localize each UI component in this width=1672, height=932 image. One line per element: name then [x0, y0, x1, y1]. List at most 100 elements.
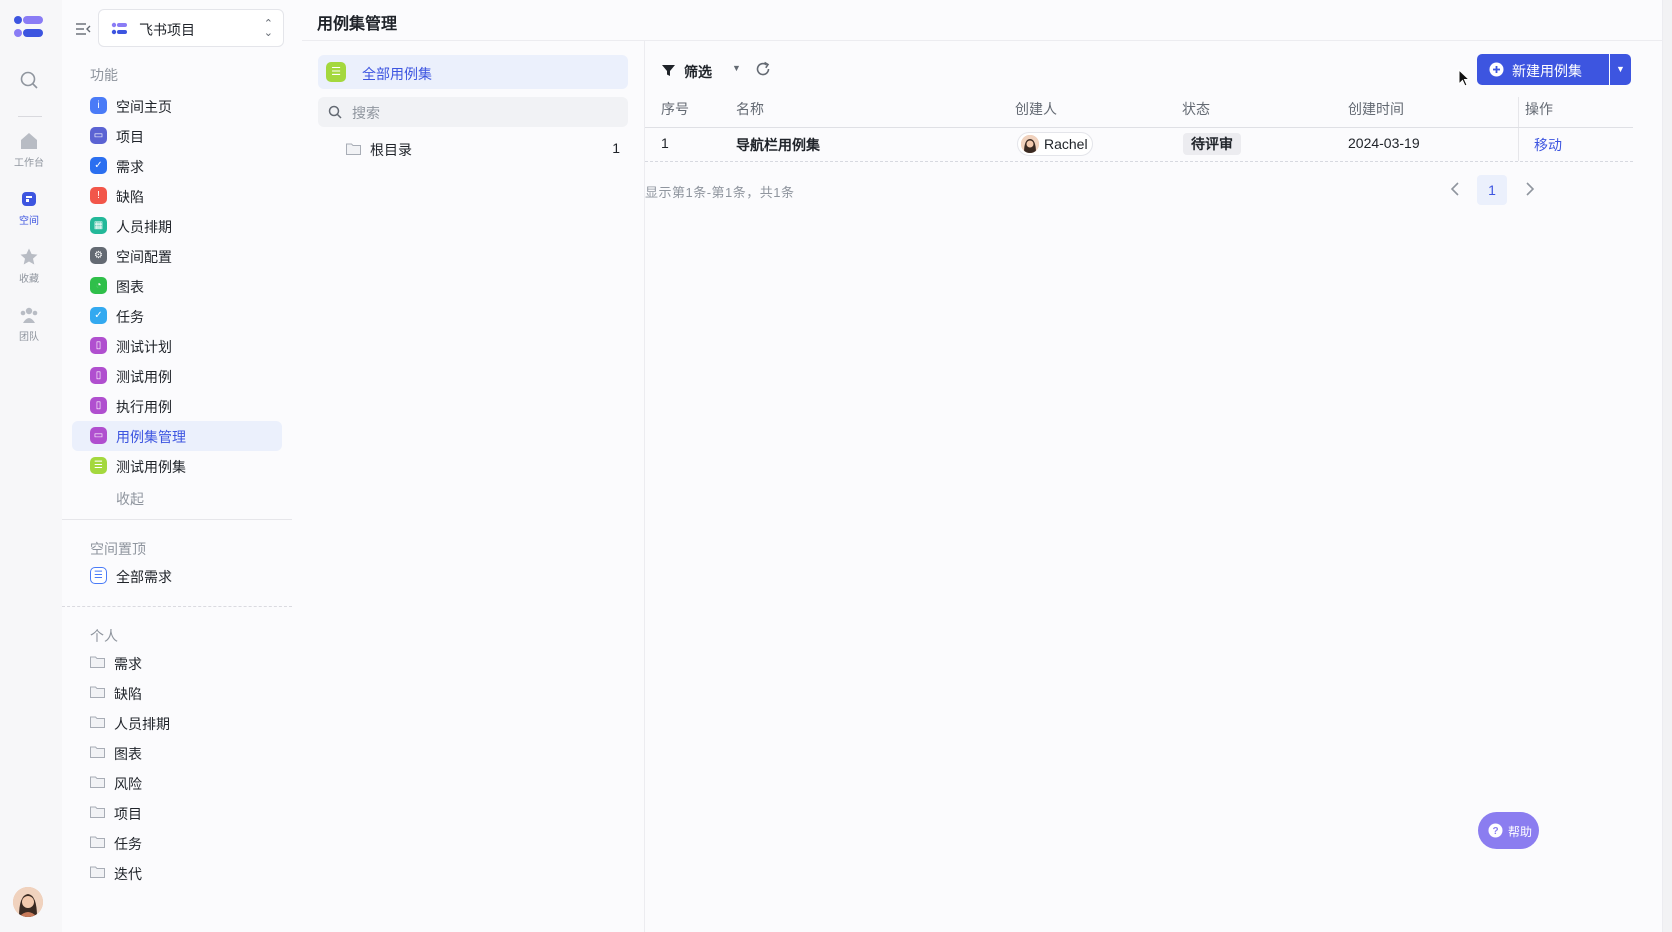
rail-favorites[interactable]: 收藏 [0, 247, 58, 285]
list-icon: ☰ [326, 62, 346, 82]
sidebar-item-space-config[interactable]: ⚙ 空间配置 [72, 241, 282, 271]
sidebar-item-scheduling[interactable]: ▦ 人员排期 [72, 211, 282, 241]
bookmark-icon: ▯ [90, 397, 107, 414]
sidebar-item-test-case-set[interactable]: ☰ 测试用例集 [72, 451, 282, 481]
new-case-set-button[interactable]: 新建用例集 [1477, 54, 1609, 85]
app-logo-icon[interactable] [13, 14, 45, 40]
column-header: 名称 [736, 101, 764, 117]
row-name[interactable]: 导航栏用例集 [736, 135, 820, 155]
sidebar-item-personal-defect[interactable]: 缺陷 [72, 678, 282, 708]
rail-search[interactable] [0, 70, 58, 93]
sidebar-item-label: 项目 [116, 129, 144, 145]
move-link[interactable]: 移动 [1534, 135, 1562, 155]
sidebar-item-label: 空间配置 [116, 249, 172, 265]
folder-icon [90, 686, 105, 698]
star-icon [20, 248, 38, 265]
info-icon: i [90, 97, 107, 114]
folder-icon [90, 866, 105, 878]
caret-down-icon: ▼ [732, 63, 741, 73]
sidebar-item-personal-project[interactable]: 项目 [72, 798, 282, 828]
avatar-image-icon [1021, 135, 1039, 153]
column-header: 创建时间 [1348, 101, 1404, 117]
sidebar-item-label: 全部需求 [116, 569, 172, 585]
sidebar-item-defect[interactable]: ! 缺陷 [72, 181, 282, 211]
sidebar-item-label: 图表 [114, 746, 142, 762]
sidebar-item-test-case[interactable]: ▯ 测试用例 [72, 361, 282, 391]
page-number-current[interactable]: 1 [1477, 175, 1507, 205]
search-input[interactable] [350, 102, 614, 124]
collapse-sidebar-icon[interactable] [74, 20, 92, 38]
sidebar-item-personal-iteration[interactable]: 迭代 [72, 858, 282, 888]
rail-label: 收藏 [19, 274, 39, 285]
avatar [1021, 135, 1039, 153]
new-case-set-dropdown[interactable]: ▼ [1610, 54, 1631, 85]
home-icon [21, 133, 37, 149]
help-circle-icon: ? [1488, 823, 1503, 838]
svg-text:?: ? [1492, 826, 1498, 837]
chevron-right-icon[interactable] [1522, 181, 1536, 197]
rail-space[interactable]: 空间 [0, 189, 58, 227]
pagination-summary: 显示第1条-第1条，共1条 [645, 185, 795, 200]
sidebar-item-chart[interactable]: ◔ 图表 [72, 271, 282, 301]
alert-icon: ! [90, 187, 107, 204]
refresh-icon[interactable] [754, 60, 772, 78]
sidebar-item-personal-scheduling[interactable]: 人员排期 [72, 708, 282, 738]
sidebar-item-personal-task[interactable]: 任务 [72, 828, 282, 858]
sidebar-item-case-set-management[interactable]: ▭ 用例集管理 [72, 421, 282, 451]
rail-team[interactable]: 团队 [0, 305, 58, 343]
section-divider [62, 606, 292, 607]
sidebar-item-personal-chart[interactable]: 图表 [72, 738, 282, 768]
tree-node-root[interactable]: 根目录 1 [318, 134, 628, 164]
sidebar-item-requirement[interactable]: ✓ 需求 [72, 151, 282, 181]
table-row[interactable]: 1 导航栏用例集 Rachel 待评审 2024-03-19 移动 [645, 128, 1633, 162]
folder-icon: ▭ [90, 427, 107, 444]
folder-icon [90, 746, 105, 758]
sidebar-item-personal-risk[interactable]: 风险 [72, 768, 282, 798]
sidebar-item-label: 缺陷 [116, 189, 144, 205]
global-rail: 工作台 空间 收藏 团队 [0, 0, 63, 932]
sidebar-item-label: 空间主页 [116, 99, 172, 115]
page-header: 用例集管理 [302, 0, 1672, 41]
calendar-icon: ▦ [90, 217, 107, 234]
gear-icon: ⚙ [90, 247, 107, 264]
tree-node-count: 1 [612, 140, 620, 156]
sidebar-item-label: 人员排期 [116, 219, 172, 235]
sidebar-item-label: 任务 [114, 836, 142, 852]
project-selector[interactable]: 飞书项目 ⌃ ⌄ [98, 9, 284, 47]
tree-all-label: 全部用例集 [362, 66, 432, 82]
sidebar-item-personal-requirement[interactable]: 需求 [72, 648, 282, 678]
sidebar-item-label: 迭代 [114, 866, 142, 882]
sidebar-item-task[interactable]: ✓ 任务 [72, 301, 282, 331]
sidebar-item-label: 测试用例集 [116, 459, 186, 475]
creator-name: Rachel [1044, 136, 1088, 152]
user-avatar[interactable] [13, 887, 43, 917]
plus-circle-icon [1489, 62, 1504, 77]
chevron-left-icon[interactable] [1449, 181, 1463, 197]
row-created-date: 2024-03-19 [1348, 135, 1420, 151]
sidebar-item-label: 人员排期 [114, 716, 170, 732]
sidebar-item-execute-case[interactable]: ▯ 执行用例 [72, 391, 282, 421]
creator-chip[interactable]: Rachel [1017, 132, 1093, 156]
list-icon: ☰ [90, 457, 107, 474]
help-button[interactable]: ? 帮助 [1478, 812, 1539, 849]
status-badge: 待评审 [1183, 133, 1241, 155]
tree-node-label: 根目录 [370, 142, 412, 158]
filter-icon [662, 65, 675, 76]
tree-all-case-sets[interactable]: ☰ 全部用例集 [318, 55, 628, 89]
section-personal-title: 个人 [90, 628, 118, 644]
sidebar-item-all-requirements[interactable]: ☰ 全部需求 [72, 561, 282, 591]
sidebar-item-project[interactable]: ▭ 项目 [72, 121, 282, 151]
sidebar-collapse-toggle[interactable]: 收起 [72, 483, 282, 513]
column-header: 序号 [661, 101, 689, 117]
check-circle-icon: ✓ [90, 157, 107, 174]
sidebar-item-test-plan[interactable]: ▯ 测试计划 [72, 331, 282, 361]
table-header: 序号 名称 创建人 状态 创建时间 操作 [645, 97, 1633, 128]
folder-icon [90, 656, 105, 668]
sidebar-item-label: 测试计划 [116, 339, 172, 355]
sidebar-item-label: 任务 [116, 309, 144, 325]
row-index: 1 [661, 135, 669, 151]
sidebar-item-space-home[interactable]: i 空间主页 [72, 91, 282, 121]
column-header: 创建人 [1015, 101, 1057, 117]
sidebar-item-label: 缺陷 [114, 686, 142, 702]
rail-workbench[interactable]: 工作台 [0, 131, 58, 169]
